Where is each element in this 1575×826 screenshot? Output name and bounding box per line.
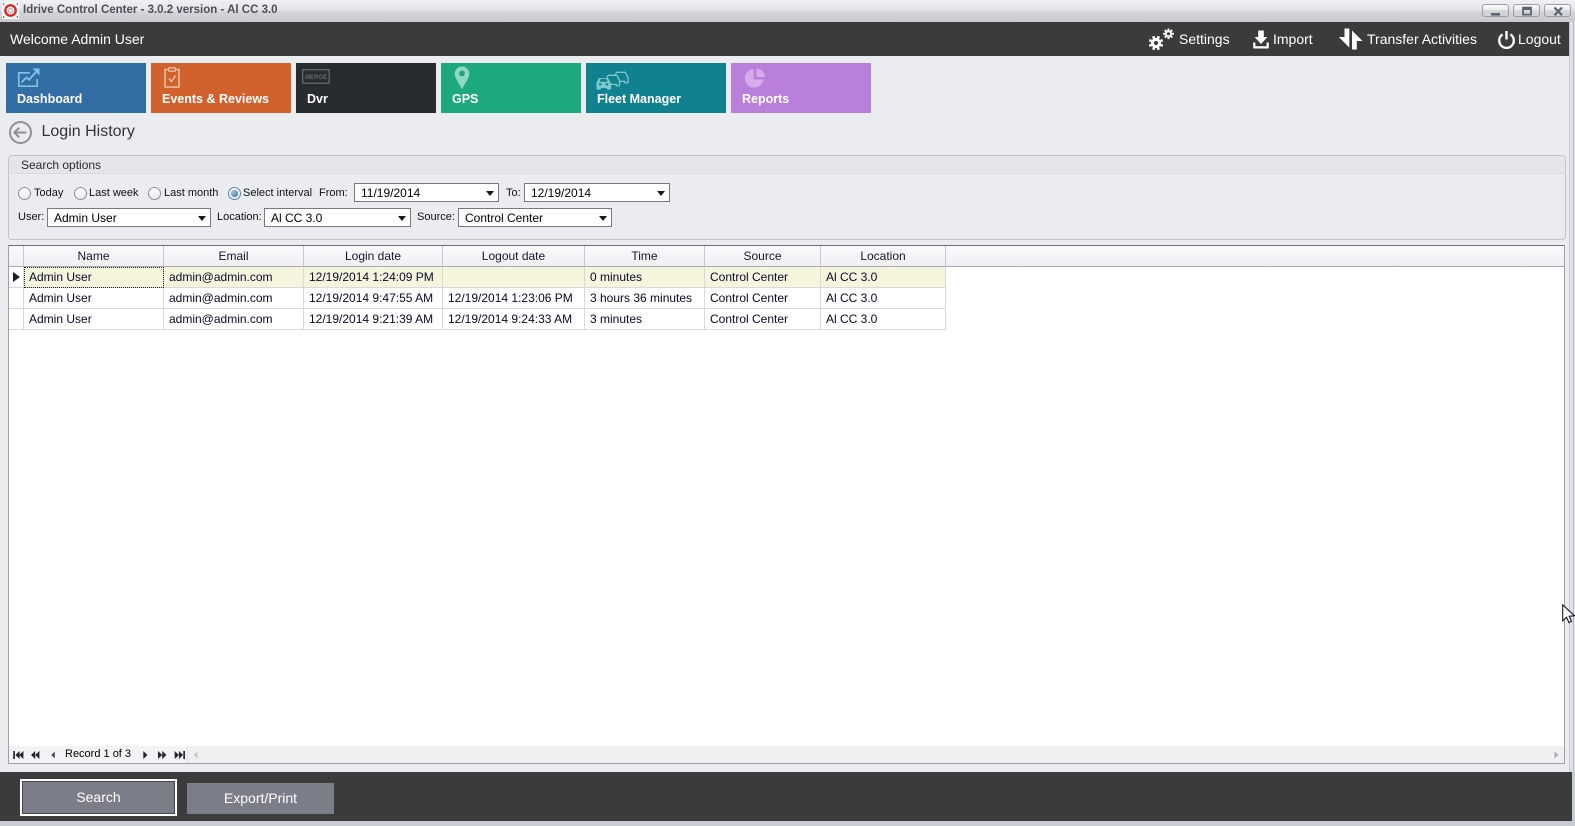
svg-text:MERGE: MERGE	[305, 75, 328, 81]
